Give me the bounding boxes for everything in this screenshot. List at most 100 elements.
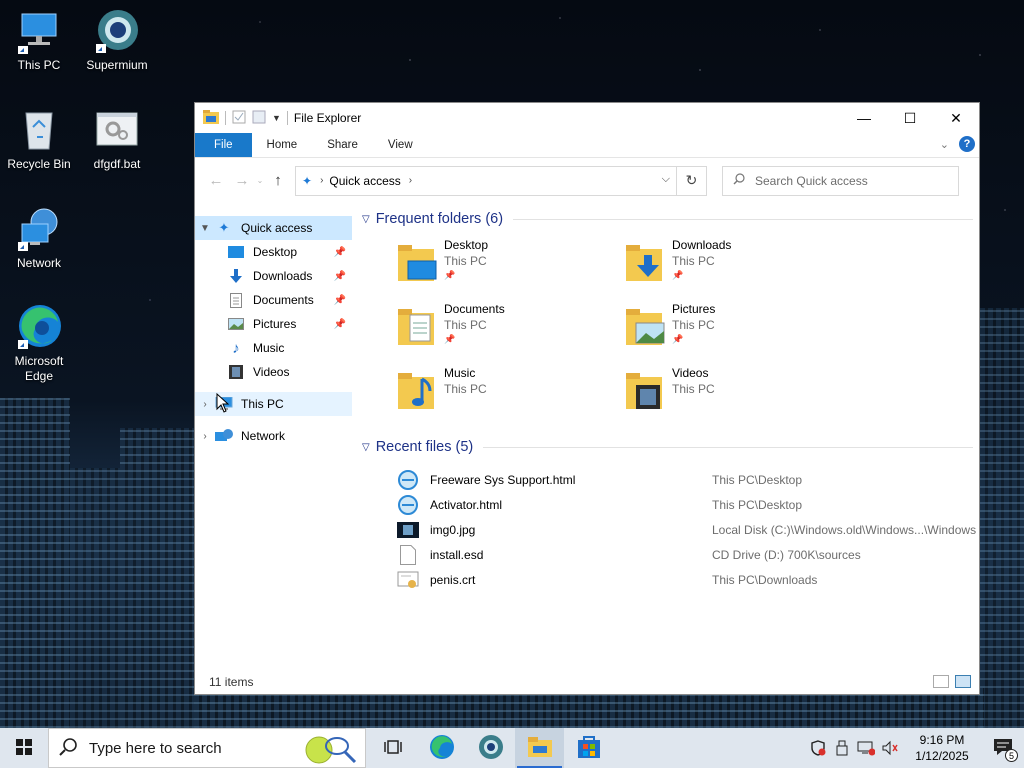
nav-item-videos[interactable]: Videos [195,360,352,384]
refresh-button[interactable]: ↻ [677,165,707,196]
desktop-icon-label: Microsoft Edge [14,354,64,383]
breadcrumb-separator-icon: › [320,175,324,186]
folder-name: Downloads [672,238,732,252]
close-button[interactable]: ✕ [933,103,979,133]
nav-label: This PC [241,397,284,411]
file-name: Activator.html [430,497,503,512]
expand-chevron-icon[interactable]: › [195,431,215,442]
taskbar-file-explorer[interactable] [515,728,564,768]
forward-arrow-icon[interactable]: → [229,172,255,189]
start-button[interactable] [0,728,48,768]
volume-muted-icon[interactable] [878,728,902,768]
file-path: This PC\Desktop [712,497,803,512]
clock[interactable]: 9:16 PM 1/12/2025 [902,732,982,764]
details-view-icon[interactable] [933,675,949,688]
pictures-icon [227,316,245,332]
recent-file-row[interactable]: penis.crt This PC\Downloads [396,567,979,592]
desktop-icon-supermium[interactable]: Supermium [79,8,155,73]
tab-home[interactable]: Home [252,133,313,157]
network-status-icon[interactable] [854,728,878,768]
pin-icon: 📌 [672,334,684,344]
system-tray: 9:16 PM 1/12/2025 5 [806,728,1024,768]
search-highlight-tennis-icon[interactable] [303,732,357,768]
maximize-button[interactable]: ☐ [887,103,933,133]
collapse-chevron-icon[interactable]: ▼ [195,223,215,234]
usb-device-icon[interactable] [830,728,854,768]
music-note-icon: ♪ [232,339,240,357]
large-icons-view-icon[interactable] [955,675,971,688]
edge-icon [16,304,62,350]
taskbar-supermium[interactable] [466,728,515,768]
quick-access-star-icon: ✦ [302,173,313,188]
desktop-icon-label: Recycle Bin [7,157,71,171]
title-bar[interactable]: ▼ File Explorer — ☐ ✕ [195,103,979,133]
folder-name: Documents [444,302,505,316]
nav-network[interactable]: › Network [195,424,352,448]
expand-ribbon-chevron-icon[interactable]: ⌄ [940,138,949,151]
recent-file-row[interactable]: img0.jpg Local Disk (C:)\Windows.old\Win… [396,517,979,542]
refresh-icon: ↻ [685,172,698,188]
folder-tile-videos[interactable]: Videos This PC [624,365,852,429]
address-location[interactable]: Quick access [329,174,400,188]
tab-view[interactable]: View [373,133,428,157]
nav-item-documents[interactable]: Documents 📌 [195,288,352,312]
pin-icon: 📌 [333,294,346,306]
nav-item-pictures[interactable]: Pictures 📌 [195,312,352,336]
collapse-chevron-icon[interactable]: ▽ [362,442,370,453]
taskbar: Type here to search 9:16 PM 1/12/2025 5 [0,728,1024,768]
desktop-icon-recycle-bin[interactable]: Recycle Bin [1,107,77,172]
up-arrow-icon[interactable]: ↑ [265,172,291,189]
search-box[interactable] [722,165,959,196]
taskbar-store[interactable] [564,728,613,768]
nav-item-downloads[interactable]: Downloads 📌 [195,264,352,288]
desktop-icon-label: This PC [17,58,61,72]
group-title: Frequent folders (6) [375,211,504,227]
back-arrow-icon[interactable]: ← [203,172,229,189]
recent-file-row[interactable]: Activator.html This PC\Desktop [396,492,979,517]
folder-tile-music[interactable]: Music This PC [396,365,624,429]
recent-file-row[interactable]: install.esd CD Drive (D:) 700K\sources [396,542,979,567]
recent-files-header[interactable]: ▽ Recent files (5) [362,435,979,459]
taskbar-edge[interactable] [417,728,466,768]
recent-file-row[interactable]: Freeware Sys Support.html This PC\Deskto… [396,467,979,492]
desktop-icon-label: Supermium [86,58,148,72]
this-pc-icon [16,8,62,54]
folder-tile-desktop[interactable]: Desktop This PC 📌 [396,237,624,301]
collapse-chevron-icon[interactable]: ▽ [362,214,370,225]
address-bar[interactable]: ✦ › Quick access › ⌵ [295,165,677,196]
help-icon[interactable]: ? [959,136,975,152]
desktop-icon [227,244,245,260]
security-shield-icon[interactable] [806,728,830,768]
quick-access-toolbar: ▼ [203,109,288,127]
expand-chevron-icon[interactable]: › [195,399,215,410]
taskbar-search-box[interactable]: Type here to search [48,728,366,768]
new-folder-icon[interactable] [252,110,266,127]
folder-tile-downloads[interactable]: Downloads This PC 📌 [624,237,852,301]
desktop-icon-dfgdf-bat[interactable]: dfgdf.bat [79,107,155,172]
task-view-button[interactable] [368,728,417,768]
search-input[interactable] [755,173,935,188]
customize-toolbar-chevron-icon[interactable]: ▼ [272,113,281,123]
desktop-icon-edge[interactable]: Microsoft Edge [1,304,77,384]
minimize-button[interactable]: — [841,103,887,133]
breadcrumb-chevron-icon[interactable]: › [409,175,412,186]
folder-tile-pictures[interactable]: Pictures This PC 📌 [624,301,852,365]
tab-share[interactable]: Share [312,133,373,157]
nav-item-desktop[interactable]: Desktop 📌 [195,240,352,264]
folder-name: Music [444,366,476,380]
nav-label: Documents [253,293,314,307]
recent-locations-chevron-icon[interactable]: ⌄ [255,176,265,185]
downloads-arrow-icon [227,268,245,284]
tab-file[interactable]: File [195,133,252,157]
notifications-button[interactable]: 5 [982,728,1024,768]
address-dropdown-icon[interactable]: ⌵ [662,173,670,186]
frequent-folders-header[interactable]: ▽ Frequent folders (6) [362,207,979,231]
nav-quick-access[interactable]: ▼ ✦ Quick access [195,216,352,240]
folder-tile-documents[interactable]: Documents This PC 📌 [396,301,624,365]
clock-time: 9:16 PM [919,733,965,747]
explorer-body: ▼ ✦ Quick access Desktop 📌 Downloads 📌 D… [195,204,979,672]
desktop-icon-network[interactable]: Network [1,206,77,271]
nav-item-music[interactable]: ♪ Music [195,336,352,360]
properties-icon[interactable] [232,110,246,127]
desktop-icon-this-pc[interactable]: This PC [1,8,77,73]
